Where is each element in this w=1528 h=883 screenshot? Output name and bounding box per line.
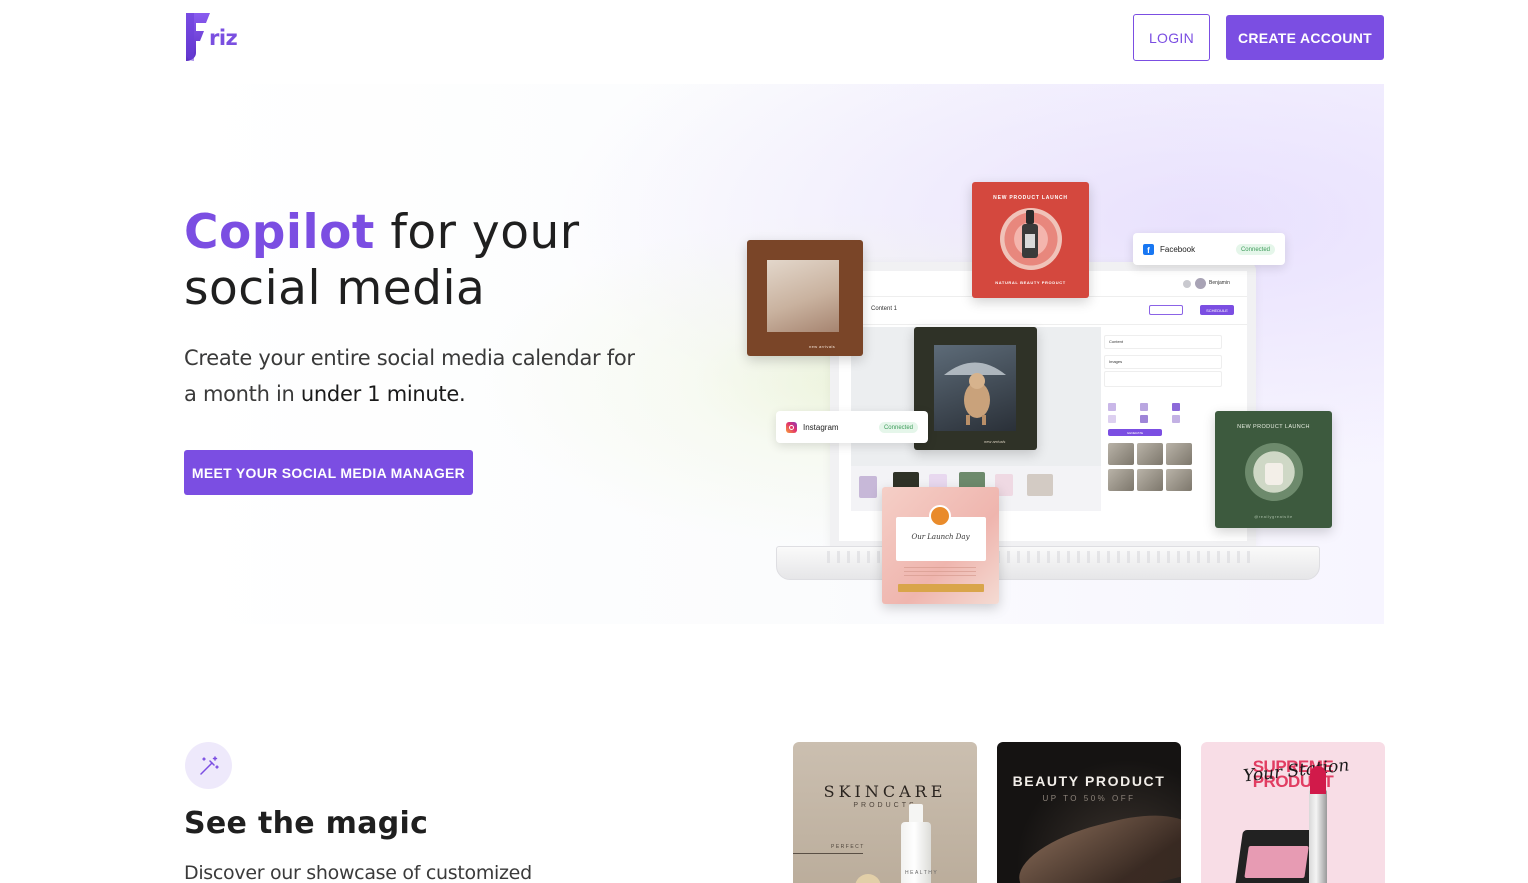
logo-mark-icon — [184, 13, 210, 61]
post-card-pink: Our Launch Day — [882, 487, 999, 604]
laptop-base — [776, 546, 1320, 580]
skincare-ball — [855, 874, 881, 883]
hero-subtitle-emphasis: under 1 minute. — [300, 382, 466, 406]
panel-row-images: Images — [1104, 355, 1222, 369]
panel-prompt-field — [1104, 371, 1222, 387]
post-card-green: NEW PRODUCT LAUNCH @reallygreatsite — [1215, 411, 1332, 528]
facebook-label: Facebook — [1160, 244, 1196, 254]
user-name: Benjamin — [1209, 280, 1230, 286]
brown-card-caption: new arrivals — [809, 344, 836, 349]
lipstick-icon — [1309, 766, 1327, 883]
skincare-tag-perfect: PERFECT — [831, 844, 865, 850]
user-avatar — [1195, 278, 1206, 289]
generate-button: GENERATE — [1108, 429, 1162, 436]
skincare-title: SKINCARE — [823, 782, 947, 801]
hero-title-accent: Copilot — [184, 205, 375, 260]
showcase-card-supreme[interactable]: SUPREME PRODUCT Your Station — [1201, 742, 1385, 883]
strip-thumb — [1027, 474, 1053, 496]
logo[interactable]: riz — [184, 13, 244, 61]
result-thumb — [1166, 443, 1192, 465]
magic-wand-icon — [185, 742, 232, 789]
result-thumb — [1137, 469, 1163, 491]
hero-subtitle: Create your entire social media calendar… — [184, 340, 644, 412]
showcase-card-skincare[interactable]: SKINCARE PRODUCTS PERFECT HEALTHY — [793, 742, 977, 883]
serum-bottle-icon — [1022, 210, 1038, 258]
app-subbar: Content 1 SCHEDULE — [839, 297, 1247, 325]
panel-images-label: Images — [1109, 359, 1123, 364]
schedule-button: SCHEDULE — [1200, 305, 1234, 315]
instagram-status-badge: Connected — [878, 422, 918, 433]
hero-title-part-1: for your — [374, 205, 580, 260]
tag-square — [1140, 415, 1148, 423]
tag-square — [1172, 415, 1180, 423]
result-thumb — [1108, 443, 1134, 465]
mini-outline-button — [1149, 305, 1183, 315]
pink-card-avatar — [929, 505, 951, 527]
red-card-title: NEW PRODUCT LAUNCH — [993, 195, 1068, 201]
hero-subtitle-line-1: Create your entire social media calendar… — [184, 346, 635, 370]
strip-thumb — [859, 476, 877, 498]
cat-photo — [934, 345, 1016, 431]
pink-card-cta-bar — [898, 584, 984, 592]
green-card-caption: @reallygreatsite — [1254, 514, 1293, 519]
cream-jar-icon — [1265, 463, 1283, 485]
tag-square — [1108, 403, 1116, 411]
hero-title: Copilot for your social media — [184, 205, 580, 317]
pump-bottle-top — [909, 804, 923, 824]
post-card-brown: new arrivals — [747, 240, 863, 356]
bell-icon — [1183, 280, 1191, 288]
result-thumb — [1137, 443, 1163, 465]
beauty-subtitle: UP TO 50% OFF — [1042, 794, 1136, 803]
tag-square — [1140, 403, 1148, 411]
tag-square — [1172, 403, 1180, 411]
facebook-status-badge: Connected — [1235, 244, 1275, 255]
cat-card-caption: new arrivals — [984, 439, 1006, 444]
facebook-connection-chip: f Facebook Connected — [1133, 233, 1285, 265]
red-card-subtitle: NATURAL BEAUTY PRODUCT — [995, 280, 1066, 285]
create-account-button[interactable]: CREATE ACCOUNT — [1226, 15, 1384, 60]
instagram-label: Instagram — [803, 422, 839, 432]
hero-title-part-2: social media — [184, 261, 486, 316]
instagram-connection-chip: Instagram Connected — [776, 411, 928, 443]
login-button[interactable]: LOGIN — [1133, 14, 1210, 61]
beauty-title: BEAUTY PRODUCT — [1012, 773, 1166, 789]
beauty-hand-photo — [1011, 803, 1181, 883]
result-thumb — [1166, 469, 1192, 491]
instagram-icon — [786, 421, 797, 433]
pink-card-script: Our Launch Day — [911, 533, 970, 541]
portrait-photo — [767, 260, 839, 332]
logo-text: riz — [209, 26, 238, 50]
pink-card-text-lines — [904, 567, 976, 577]
hero-subtitle-line-2: a month in — [184, 382, 301, 406]
showcase-card-beauty[interactable]: BEAUTY PRODUCT UP TO 50% OFF — [997, 742, 1181, 883]
panel-content-label: Content — [1109, 339, 1124, 344]
meet-manager-button[interactable]: MEET YOUR SOCIAL MEDIA MANAGER — [184, 450, 473, 495]
skincare-subtitle: PRODUCTS — [853, 802, 917, 809]
panel-row-content: Content — [1104, 335, 1222, 349]
skincare-divider — [793, 853, 863, 854]
green-card-title: NEW PRODUCT LAUNCH — [1237, 424, 1310, 430]
facebook-icon: f — [1143, 243, 1154, 255]
post-card-red: NEW PRODUCT LAUNCH NATURAL BEAUTY PRODUC… — [972, 182, 1089, 298]
tag-square — [1108, 415, 1116, 423]
magic-section-title: See the magic — [184, 806, 429, 841]
content-tab: Content 1 — [871, 306, 898, 312]
magic-section-subtitle: Discover our showcase of customized — [184, 862, 532, 883]
skincare-tag-healthy: HEALTHY — [905, 870, 939, 876]
post-card-cat: new arrivals — [914, 327, 1037, 450]
result-thumb — [1108, 469, 1134, 491]
app-side-panel: Content Images GENERATE — [1104, 327, 1230, 507]
